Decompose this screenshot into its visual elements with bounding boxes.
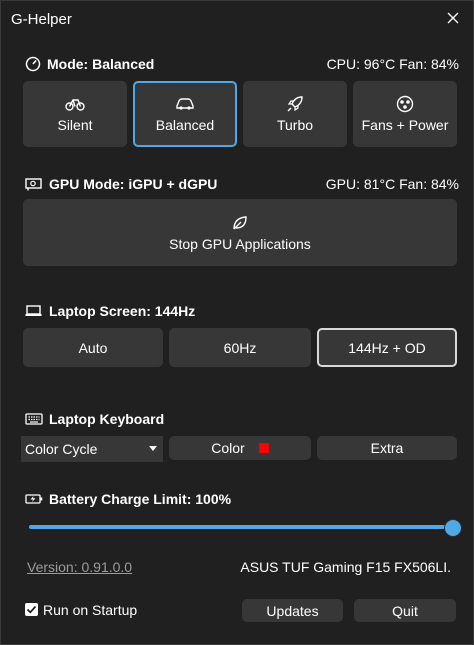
rocket-icon <box>286 95 304 113</box>
gpu-title: GPU Mode: iGPU + dGPU <box>49 176 218 192</box>
battery-limit-slider-thumb[interactable] <box>444 519 462 537</box>
battery-limit-slider-track[interactable] <box>29 525 451 529</box>
mode-fans-power-button[interactable]: Fans + Power <box>353 81 457 147</box>
chevron-down-icon <box>149 446 157 451</box>
stop-gpu-apps-button[interactable]: Stop GPU Applications <box>23 199 457 266</box>
mode-fans-power-label: Fans + Power <box>361 117 449 133</box>
model-name: ASUS TUF Gaming F15 FX506LI. <box>240 559 451 575</box>
updates-label: Updates <box>266 602 319 619</box>
mode-turbo-button[interactable]: Turbo <box>243 81 347 147</box>
battery-header: Battery Charge Limit: 100% <box>25 491 231 507</box>
color-swatch <box>258 443 269 453</box>
screen-60hz-label: 60Hz <box>223 339 257 356</box>
mode-title: Mode: Balanced <box>47 56 155 72</box>
screen-auto-label: Auto <box>78 339 108 356</box>
gpu-header: GPU Mode: iGPU + dGPU <box>25 176 217 192</box>
close-icon[interactable] <box>443 8 463 28</box>
keyboard-extra-button[interactable]: Extra <box>317 436 457 460</box>
fan-icon <box>396 95 414 113</box>
screen-144hz-od-button[interactable]: 144Hz + OD <box>317 328 457 367</box>
quit-label: Quit <box>392 602 418 619</box>
stop-gpu-apps-label: Stop GPU Applications <box>169 235 311 252</box>
screen-title: Laptop Screen: 144Hz <box>49 303 196 319</box>
keyboard-color-button[interactable]: Color <box>169 436 311 460</box>
version-link[interactable]: Version: 0.91.0.0 <box>27 559 132 575</box>
mode-turbo-label: Turbo <box>276 117 314 133</box>
screen-60hz-button[interactable]: 60Hz <box>169 328 311 367</box>
bicycle-icon <box>65 95 85 113</box>
screen-auto-button[interactable]: Auto <box>23 328 163 367</box>
keyboard-header: Laptop Keyboard <box>25 411 164 427</box>
keyboard-mode-dropdown[interactable]: Color Cycle <box>21 436 163 462</box>
screen-header: Laptop Screen: 144Hz <box>25 303 195 319</box>
car-icon <box>175 95 195 113</box>
battery-title: Battery Charge Limit: 100% <box>49 491 232 507</box>
mode-silent-label: Silent <box>57 117 93 133</box>
run-on-startup-checkbox[interactable] <box>25 603 38 616</box>
cpu-stats: CPU: 96°C Fan: 84% <box>326 56 459 72</box>
keyboard-mode-value: Color Cycle <box>25 441 98 457</box>
screen-144hz-od-label: 144Hz + OD <box>348 339 426 356</box>
mode-balanced-button[interactable]: Balanced <box>133 81 237 147</box>
mode-header: Mode: Balanced <box>25 56 154 72</box>
app-window: G-Helper Mode: Balanced CPU: 96°C Fan: 8… <box>0 0 474 645</box>
keyboard-extra-label: Extra <box>370 440 404 456</box>
gauge-icon <box>25 56 41 72</box>
gpu-stats: GPU: 81°C Fan: 84% <box>325 176 459 192</box>
laptop-icon <box>25 305 42 316</box>
run-on-startup-label: Run on Startup <box>43 602 138 618</box>
keyboard-title: Laptop Keyboard <box>49 411 165 427</box>
mode-silent-button[interactable]: Silent <box>23 81 127 147</box>
window-title: G-Helper <box>11 11 72 28</box>
checkmark-icon <box>26 605 37 614</box>
leaf-icon <box>231 214 249 232</box>
quit-button[interactable]: Quit <box>354 599 456 622</box>
keyboard-icon <box>25 413 43 425</box>
gpu-card-icon <box>25 178 42 191</box>
updates-button[interactable]: Updates <box>242 599 343 622</box>
keyboard-color-label: Color <box>211 440 245 456</box>
battery-icon <box>25 494 43 504</box>
mode-balanced-label: Balanced <box>155 117 215 133</box>
title-bar: G-Helper <box>1 1 473 37</box>
